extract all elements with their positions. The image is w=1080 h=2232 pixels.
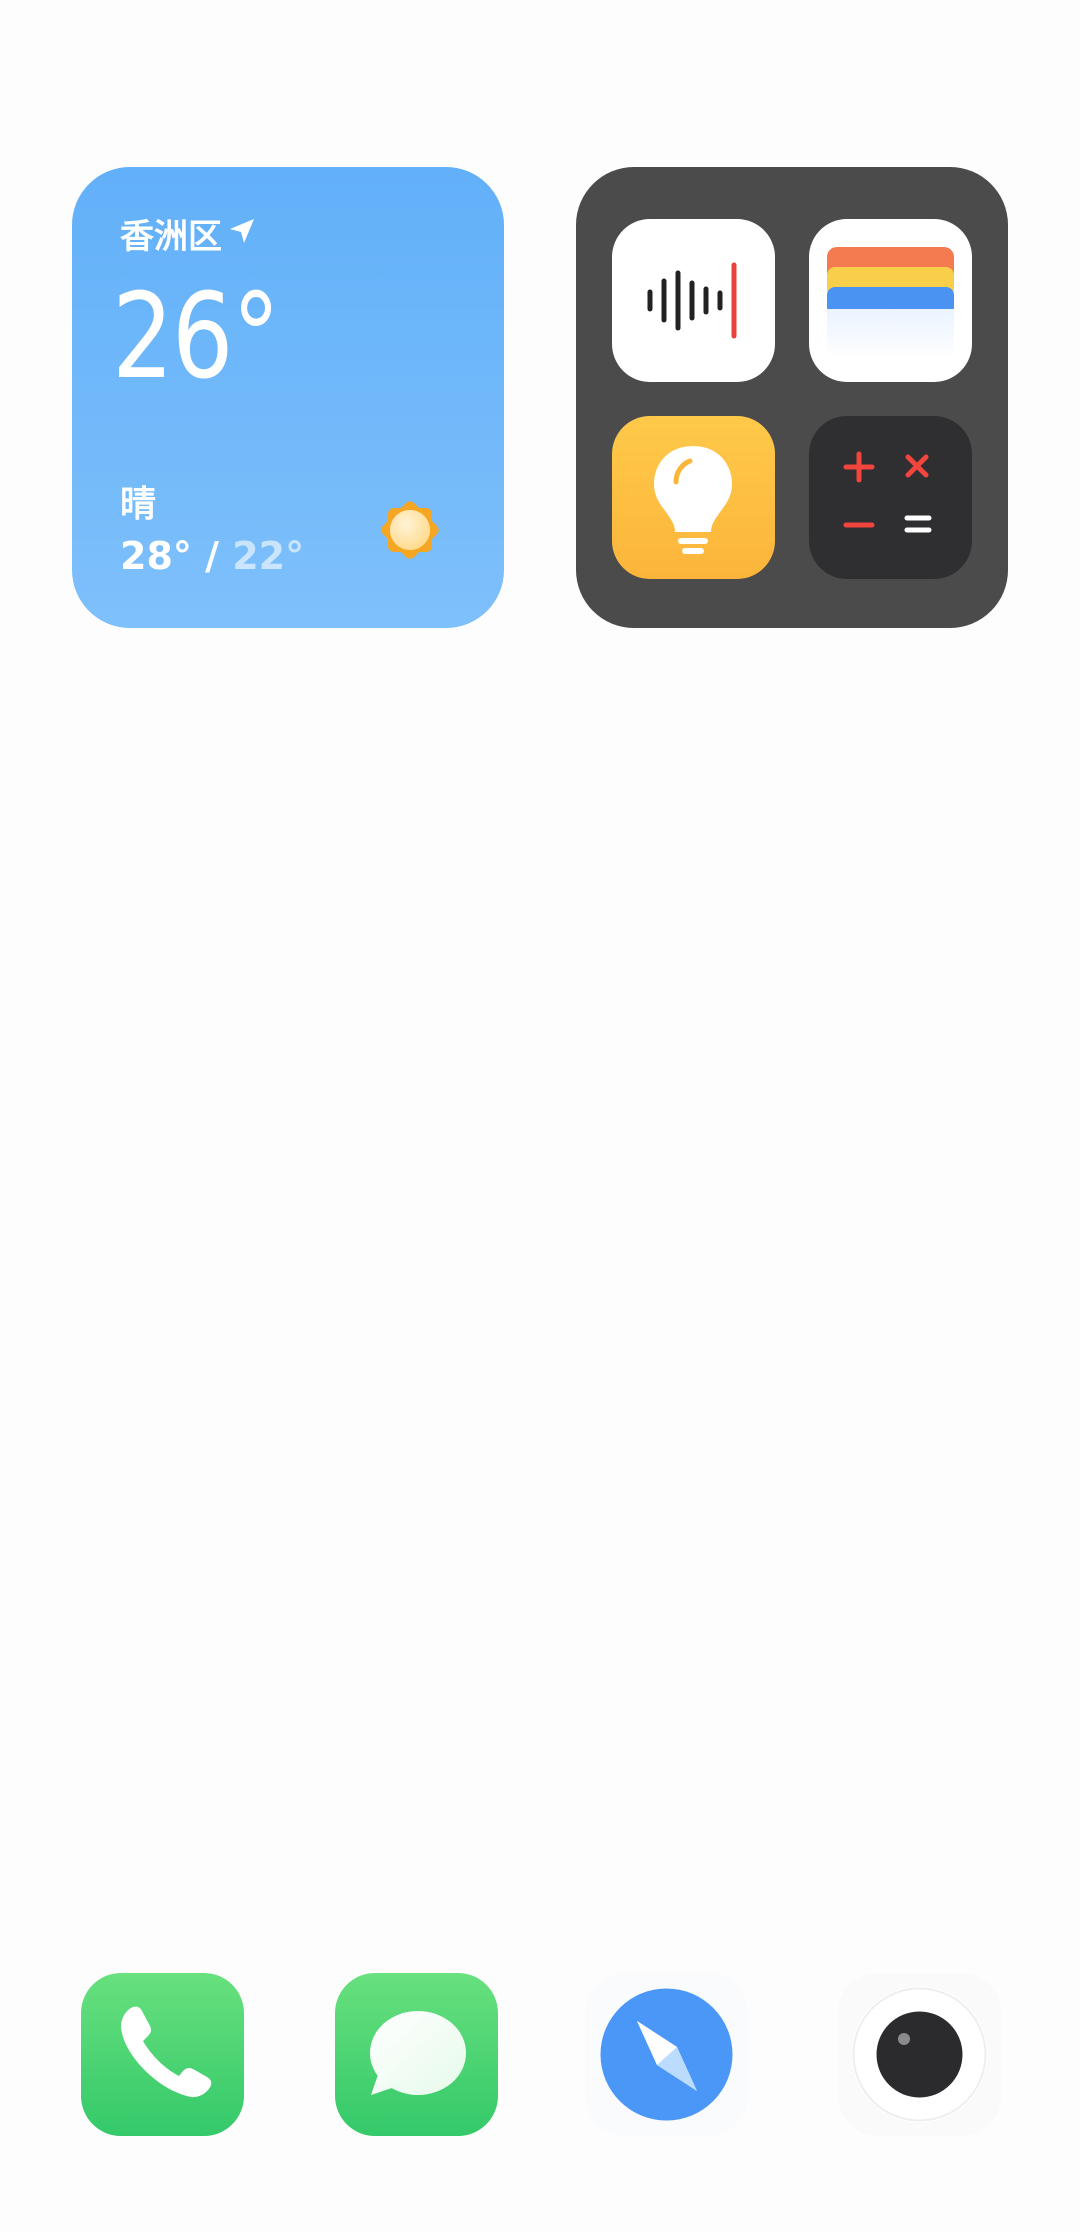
voice-recorder-app[interactable] bbox=[612, 219, 775, 382]
weather-location-label: 香洲区 bbox=[120, 217, 222, 257]
weather-widget[interactable]: 香洲区 26° 晴 28° / 22° bbox=[72, 167, 504, 628]
browser-app[interactable] bbox=[585, 1973, 748, 2136]
phone-icon bbox=[121, 2006, 212, 2098]
weather-location: 香洲区 bbox=[120, 209, 256, 258]
lightbulb-tips-icon bbox=[654, 446, 732, 554]
location-arrow-icon bbox=[228, 214, 256, 254]
camera-app[interactable] bbox=[838, 1973, 1001, 2136]
messages-icon bbox=[370, 2011, 466, 2095]
browser-compass-icon bbox=[600, 1988, 733, 2121]
app-folder-widget[interactable] bbox=[576, 167, 1008, 628]
weather-range: 28° / 22° bbox=[120, 534, 304, 578]
phone-app[interactable] bbox=[81, 1973, 244, 2136]
wallet-icon bbox=[827, 247, 954, 359]
voice-recorder-icon bbox=[647, 262, 737, 339]
camera-icon bbox=[851, 1986, 988, 2123]
weather-high: 28° bbox=[120, 534, 192, 578]
calculator-app[interactable] bbox=[809, 416, 972, 579]
tips-app[interactable] bbox=[612, 416, 775, 579]
weather-temperature: 26° bbox=[112, 267, 280, 405]
wallet-app[interactable] bbox=[809, 219, 972, 382]
messages-app[interactable] bbox=[335, 1973, 498, 2136]
weather-low: 22° bbox=[232, 534, 305, 578]
sun-icon bbox=[374, 494, 446, 566]
weather-range-separator: / bbox=[191, 534, 233, 578]
weather-condition: 晴 bbox=[120, 484, 157, 525]
calculator-icon bbox=[843, 451, 932, 533]
